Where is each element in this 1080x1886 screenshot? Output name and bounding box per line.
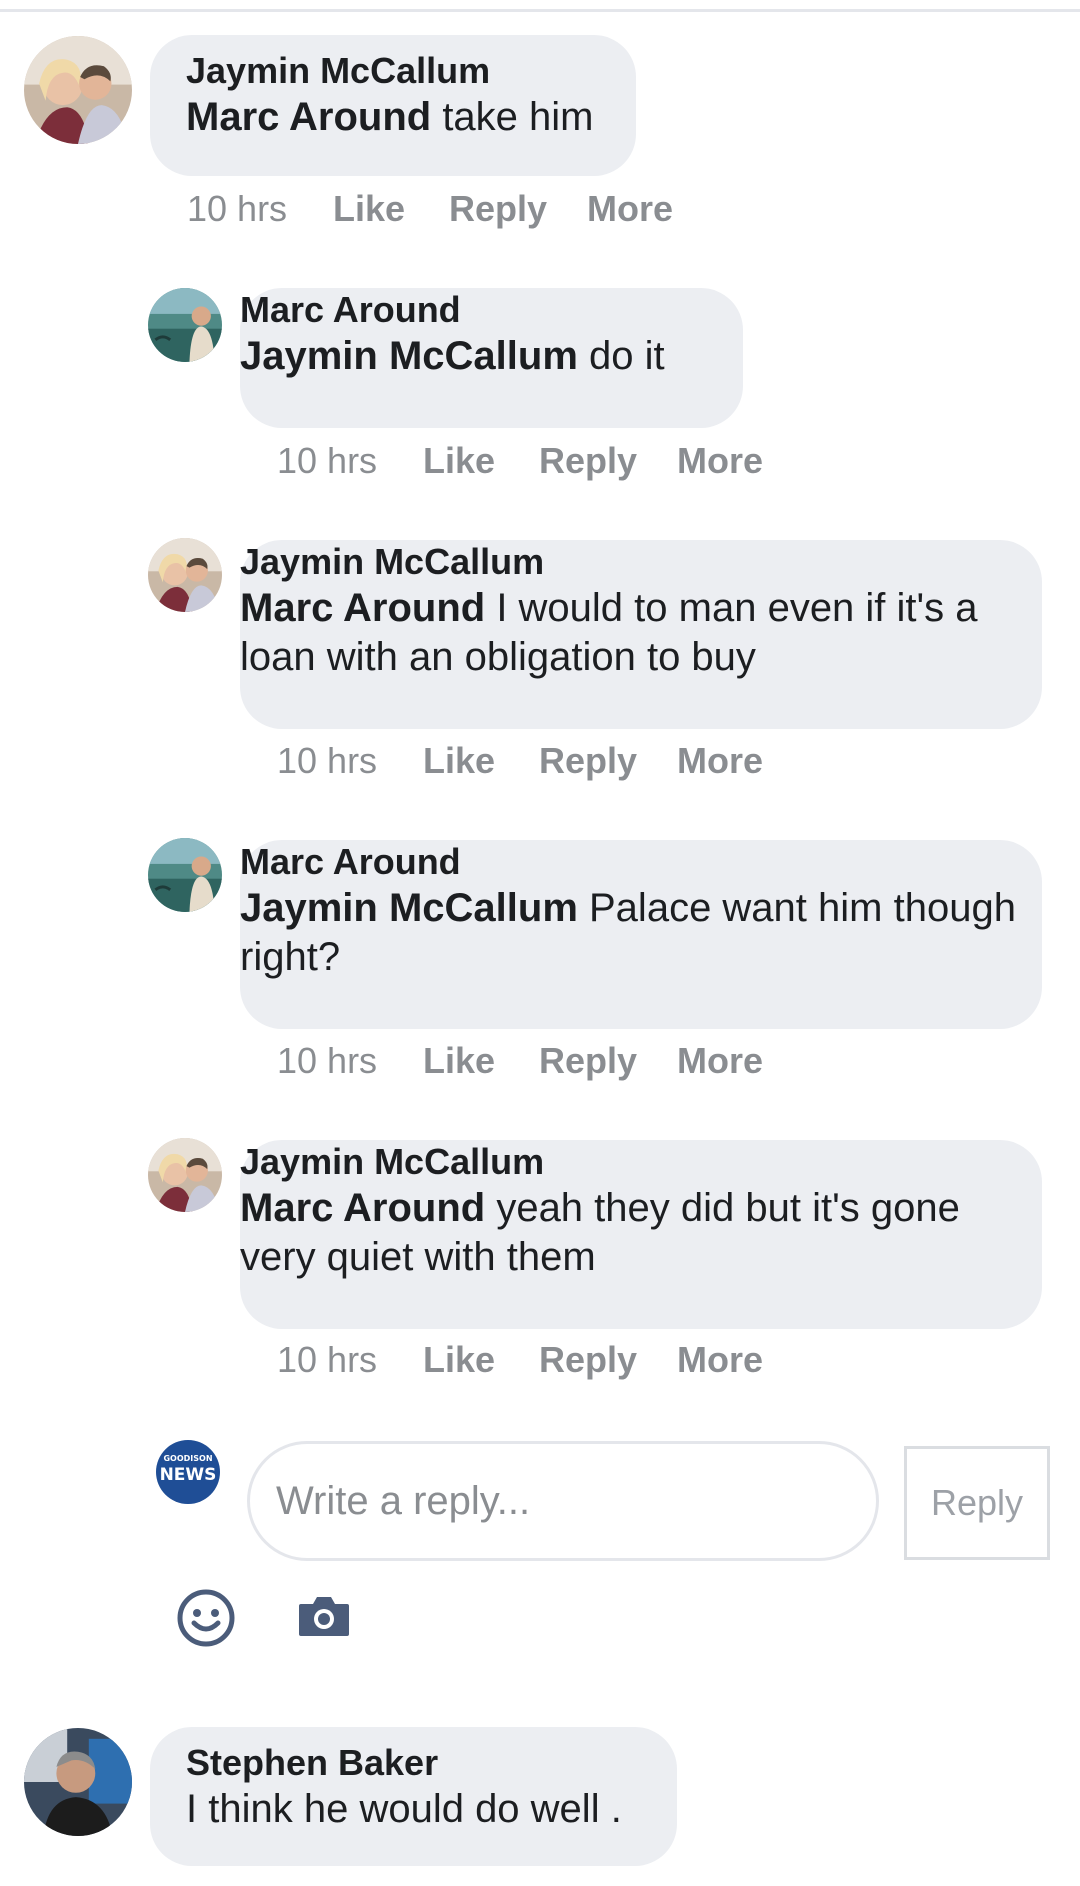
reply-bubble: Marc Around Jaymin McCallum Palace want … [240, 840, 1042, 1029]
mention-link[interactable]: Jaymin McCallum [240, 334, 578, 378]
reply-input[interactable]: Write a reply... [247, 1441, 879, 1561]
reply-text: Jaymin McCallum do it [240, 334, 665, 378]
reply-author[interactable]: Marc Around [240, 288, 743, 332]
mention-link[interactable]: Marc Around [240, 1186, 485, 1230]
mention-link[interactable]: Marc Around [186, 95, 431, 139]
more-button[interactable]: More [587, 184, 673, 234]
reply-actions: 10 hrs Like Reply More [277, 736, 797, 786]
reply-actions: 10 hrs Like Reply More [277, 1036, 797, 1086]
reply-actions: 10 hrs Like Reply More [277, 436, 797, 486]
submit-reply-button[interactable]: Reply [904, 1446, 1050, 1560]
reply-bubble: Jaymin McCallum Marc Around I would to m… [240, 540, 1042, 729]
page-avatar-label-bottom: NEWS [159, 1465, 217, 1485]
reply-button[interactable]: Reply [539, 1036, 637, 1086]
couple-photo-avatar[interactable] [148, 538, 222, 612]
timestamp: 10 hrs [187, 188, 288, 229]
beach-photo-avatar[interactable] [148, 838, 222, 912]
page-avatar-label-top: GOODISON [163, 1454, 213, 1463]
couple-photo-avatar[interactable] [148, 1138, 222, 1212]
top-divider [0, 9, 1080, 12]
page-avatar: GOODISON NEWS [156, 1440, 220, 1504]
reply-text: Marc Around I would to man even if it's … [240, 586, 978, 679]
comment-bubble: Stephen Baker I think he would do well . [150, 1727, 677, 1866]
camera-icon[interactable] [297, 1594, 351, 1638]
like-button[interactable]: Like [423, 1335, 495, 1385]
reply-bubble: Marc Around Jaymin McCallum do it [240, 288, 743, 428]
reply-author[interactable]: Marc Around [240, 840, 1042, 884]
timestamp: 10 hrs [277, 740, 378, 781]
timestamp: 10 hrs [277, 440, 378, 481]
reply-button[interactable]: Reply [539, 1335, 637, 1385]
man-photo-avatar[interactable] [24, 1728, 132, 1836]
timestamp: 10 hrs [277, 1040, 378, 1081]
reply-author[interactable]: Jaymin McCallum [240, 1140, 1042, 1184]
like-button[interactable]: Like [423, 1036, 495, 1086]
comment-text: Marc Around take him [186, 95, 594, 139]
reply-author[interactable]: Jaymin McCallum [240, 540, 1042, 584]
couple-photo-avatar[interactable] [24, 36, 132, 144]
more-button[interactable]: More [677, 436, 763, 486]
comment-bubble: Jaymin McCallum Marc Around take him [150, 35, 636, 176]
reply-text: Marc Around yeah they did but it's gone … [240, 1186, 960, 1279]
emoji-icon[interactable] [176, 1588, 236, 1648]
beach-photo-avatar[interactable] [148, 288, 222, 362]
comment-text: I think he would do well . [186, 1787, 622, 1831]
reply-actions: 10 hrs Like Reply More [277, 1335, 797, 1385]
more-button[interactable]: More [677, 1036, 763, 1086]
mention-link[interactable]: Marc Around [240, 586, 485, 630]
comment-author[interactable]: Jaymin McCallum [186, 49, 600, 93]
comment-actions: 10 hrs Like Reply More [187, 184, 707, 234]
reply-button[interactable]: Reply [539, 436, 637, 486]
reply-text: Jaymin McCallum Palace want him though r… [240, 886, 1016, 979]
more-button[interactable]: More [677, 736, 763, 786]
like-button[interactable]: Like [423, 736, 495, 786]
like-button[interactable]: Like [423, 436, 495, 486]
mention-link[interactable]: Jaymin McCallum [240, 886, 578, 930]
like-button[interactable]: Like [333, 184, 405, 234]
more-button[interactable]: More [677, 1335, 763, 1385]
comment-author[interactable]: Stephen Baker [186, 1741, 641, 1785]
reply-button[interactable]: Reply [449, 184, 547, 234]
timestamp: 10 hrs [277, 1339, 378, 1380]
reply-bubble: Jaymin McCallum Marc Around yeah they di… [240, 1140, 1042, 1329]
reply-button[interactable]: Reply [539, 736, 637, 786]
